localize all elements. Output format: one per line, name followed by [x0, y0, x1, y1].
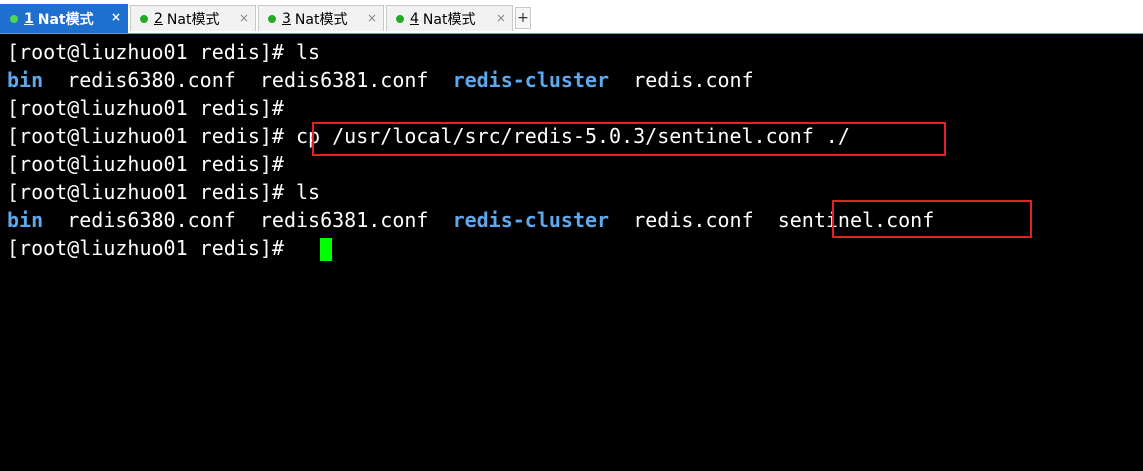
terminal-line: bin redis6380.conf redis6381.conf redis-…	[7, 206, 934, 234]
tab-number: 2	[154, 10, 163, 27]
terminal-line: [root@liuzhuo01 redis]#	[7, 234, 296, 262]
tab-4[interactable]: 4 Nat模式 ×	[386, 5, 513, 31]
close-icon[interactable]: ×	[111, 10, 121, 24]
close-icon[interactable]: ×	[239, 11, 249, 25]
highlight-box-command	[312, 122, 946, 156]
terminal-line: [root@liuzhuo01 redis]#	[7, 94, 296, 122]
prompt: [root@liuzhuo01 redis]#	[7, 152, 296, 176]
status-dot-icon	[10, 15, 18, 23]
tab-2[interactable]: 2 Nat模式 ×	[130, 5, 256, 31]
dir-entry: redis-cluster	[452, 68, 610, 92]
close-icon[interactable]: ×	[496, 11, 506, 25]
file-entry: redis.conf	[633, 208, 754, 232]
prompt: [root@liuzhuo01 redis]#	[7, 236, 296, 260]
terminal-line: [root@liuzhuo01 redis]#	[7, 150, 296, 178]
tab-3[interactable]: 3 Nat模式 ×	[258, 5, 384, 31]
terminal-screen[interactable]: [root@liuzhuo01 redis]# ls bin redis6380…	[0, 34, 1143, 471]
highlight-box-sentinel-file	[832, 200, 1032, 238]
tab-number: 3	[282, 10, 291, 27]
status-dot-icon	[396, 14, 404, 23]
prompt: [root@liuzhuo01 redis]#	[7, 40, 296, 64]
terminal-line: [root@liuzhuo01 redis]# ls	[7, 38, 320, 66]
command: ls	[295, 40, 321, 64]
file-entry: redis6380.conf	[67, 208, 236, 232]
tab-label: Nat模式	[294, 11, 348, 28]
prompt: [root@liuzhuo01 redis]#	[7, 180, 296, 204]
prompt: [root@liuzhuo01 redis]#	[7, 96, 296, 120]
dir-entry: redis-cluster	[452, 208, 610, 232]
close-icon[interactable]: ×	[367, 11, 377, 25]
terminal-cursor	[320, 238, 332, 261]
tab-1[interactable]: 1 Nat模式 ×	[0, 4, 128, 33]
prompt: [root@liuzhuo01 redis]#	[7, 124, 296, 148]
tab-number: 1	[24, 11, 34, 27]
file-entry: redis6380.conf	[67, 68, 236, 92]
terminal-line: [root@liuzhuo01 redis]# ls	[7, 178, 320, 206]
file-entry: redis6381.conf	[259, 208, 429, 232]
status-dot-icon	[268, 14, 276, 23]
tab-bar: 1 Nat模式 × 2 Nat模式 × 3 Nat模式 × 4 Nat模式 × …	[0, 0, 1143, 34]
tab-number: 4	[410, 10, 419, 27]
command: ls	[295, 180, 321, 204]
dir-entry: bin	[7, 208, 44, 232]
dir-entry: bin	[7, 68, 44, 92]
tab-label: Nat模式	[37, 12, 94, 28]
tab-label: Nat模式	[422, 11, 476, 28]
file-entry: redis.conf	[633, 68, 754, 92]
file-entry: redis6381.conf	[259, 68, 429, 92]
add-tab-button[interactable]: +	[515, 7, 531, 29]
terminal-line: bin redis6380.conf redis6381.conf redis-…	[7, 66, 754, 94]
status-dot-icon	[140, 14, 148, 23]
tab-label: Nat模式	[166, 11, 220, 28]
